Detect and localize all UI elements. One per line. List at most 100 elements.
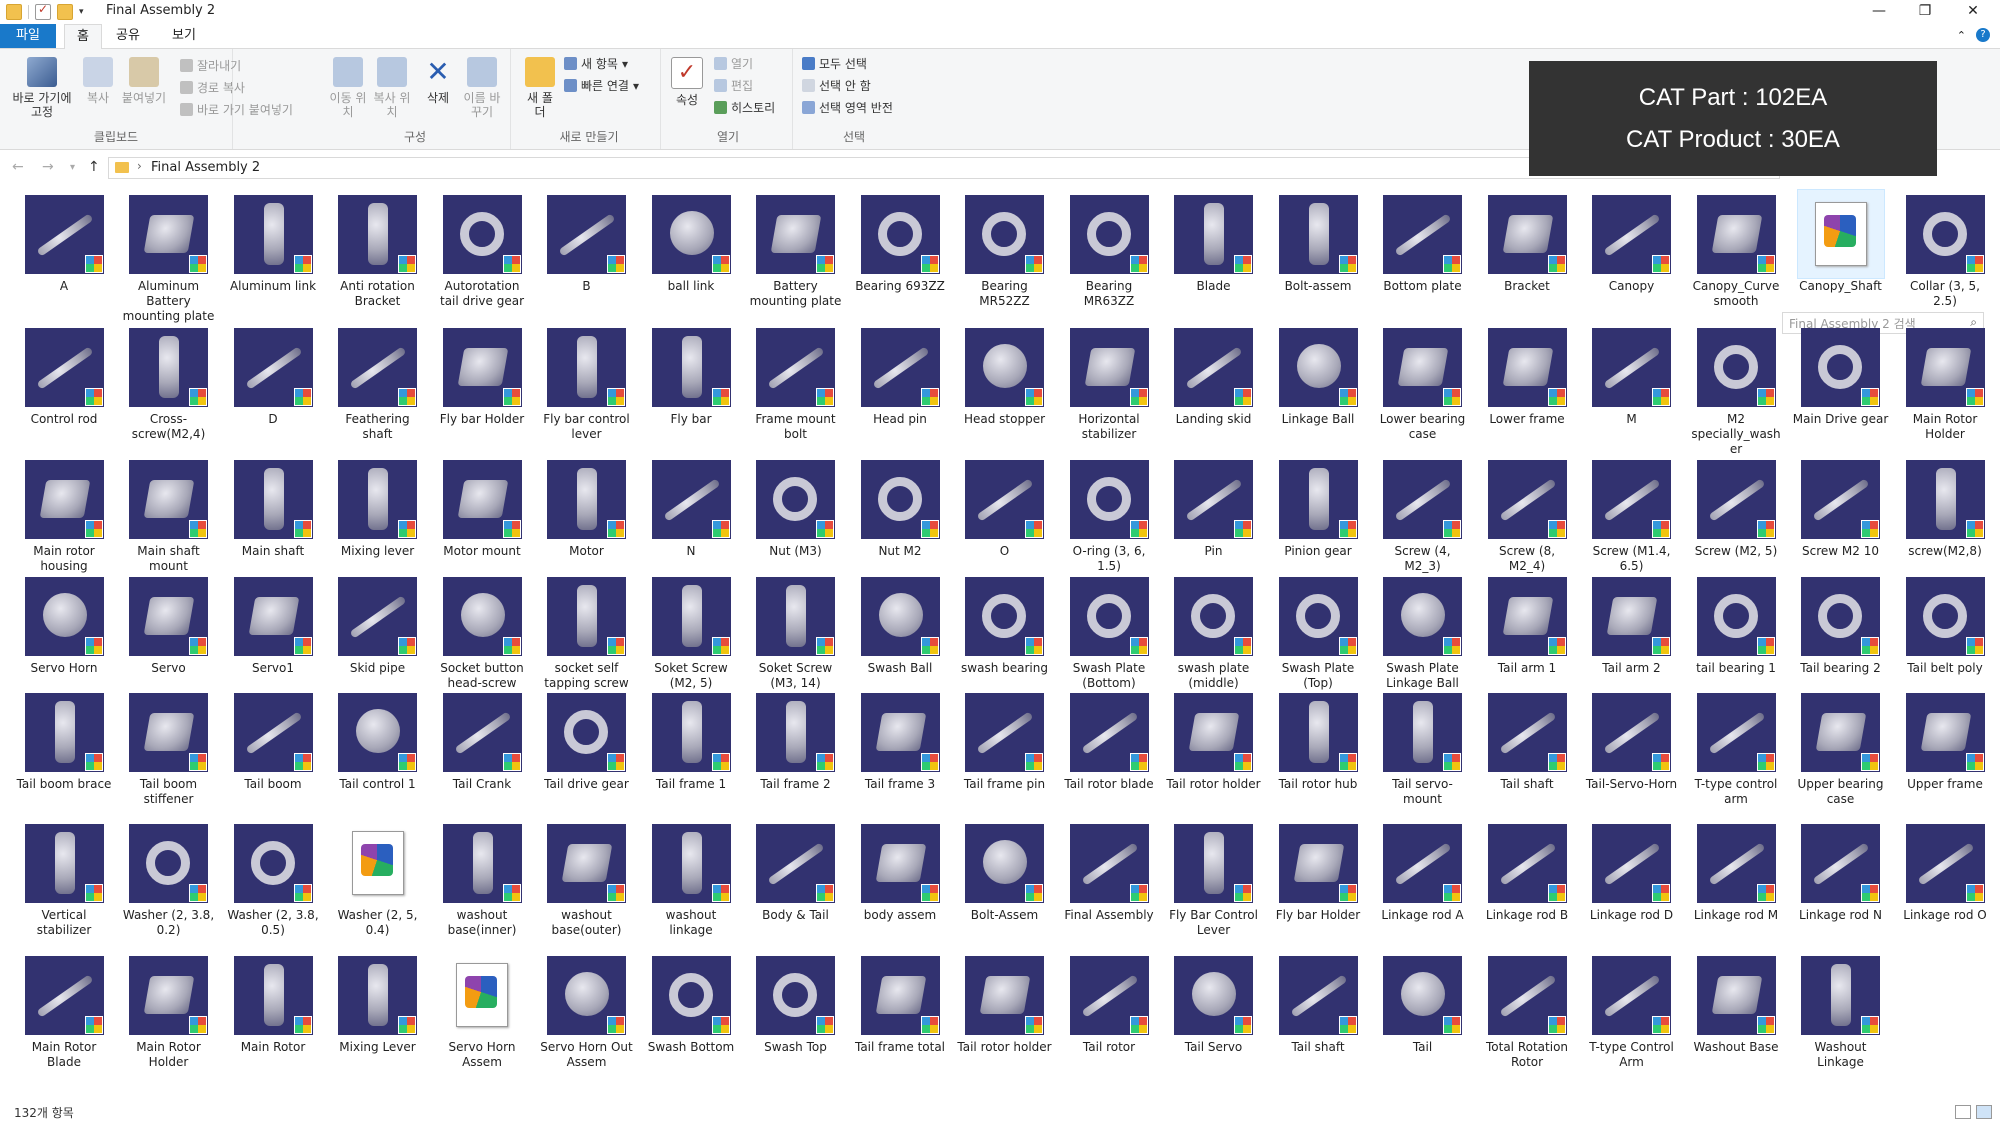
invert-selection-button[interactable]: 선택 영역 반전 <box>802 99 893 116</box>
file-item[interactable]: Tail boom stiffener <box>119 688 219 807</box>
file-item[interactable]: Pinion gear <box>1268 455 1368 559</box>
file-item[interactable]: Screw (M2, 5) <box>1686 455 1786 559</box>
file-item[interactable]: Linkage rod N <box>1791 819 1891 923</box>
file-item[interactable]: Body & Tail <box>746 819 846 923</box>
file-item[interactable]: Tail control 1 <box>328 688 428 792</box>
file-item[interactable]: A <box>14 190 114 294</box>
file-item[interactable]: O-ring (3, 6, 1.5) <box>1059 455 1159 574</box>
file-item[interactable]: Horizontal stabilizer <box>1059 323 1159 442</box>
file-item[interactable]: Bearing MR63ZZ <box>1059 190 1159 309</box>
file-item[interactable]: Tail rotor holder <box>1164 688 1264 792</box>
file-item[interactable]: Battery mounting plate <box>746 190 846 309</box>
file-item[interactable]: Main Rotor <box>223 951 323 1055</box>
file-item[interactable]: Main Drive gear <box>1791 323 1891 427</box>
tab-view[interactable]: 보기 <box>160 24 208 48</box>
file-item[interactable]: Tail rotor <box>1059 951 1159 1055</box>
file-item[interactable]: Soket Screw (M3, 14) <box>746 572 846 691</box>
up-arrow-icon[interactable]: ↑ <box>88 159 100 175</box>
file-item[interactable]: Linkage rod O <box>1895 819 1995 923</box>
properties-button[interactable]: ✓ 속성 <box>670 57 704 107</box>
file-item[interactable]: ball link <box>641 190 741 294</box>
file-item[interactable]: Vertical stabilizer <box>14 819 114 938</box>
collapse-ribbon-icon[interactable]: ⌃ <box>1957 29 1966 42</box>
file-item[interactable]: Swash Plate (Bottom) <box>1059 572 1159 691</box>
file-item[interactable]: T-type Control Arm <box>1582 951 1682 1070</box>
file-item[interactable]: Tail Crank <box>432 688 532 792</box>
file-item[interactable]: Landing skid <box>1164 323 1264 427</box>
paste-shortcut-button[interactable]: 바로 가기 붙여넣기 <box>180 101 293 118</box>
cut-button[interactable]: 잘라내기 <box>180 57 241 74</box>
file-item[interactable]: Mixing lever <box>328 455 428 559</box>
copy-path-button[interactable]: 경로 복사 <box>180 79 245 96</box>
file-item[interactable]: Final Assembly <box>1059 819 1159 923</box>
file-item[interactable]: Cross-screw(M2,4) <box>119 323 219 442</box>
breadcrumb[interactable]: Final Assembly 2 <box>151 160 260 175</box>
file-item[interactable]: Linkage rod M <box>1686 819 1786 923</box>
file-item[interactable]: Canopy <box>1582 190 1682 294</box>
file-item[interactable]: Upper frame <box>1895 688 1995 792</box>
file-item[interactable]: Lower bearing case <box>1373 323 1473 442</box>
file-item[interactable]: M <box>1582 323 1682 427</box>
minimize-button[interactable]: — <box>1856 0 1902 24</box>
properties-icon[interactable] <box>35 2 51 20</box>
file-item[interactable]: Servo Horn Out Assem <box>537 951 637 1070</box>
easy-access-button[interactable]: 빠른 연결 ▾ <box>564 77 639 94</box>
file-item[interactable]: Tail boom brace <box>14 688 114 792</box>
copy-to-button[interactable]: 복사 위치 <box>372 57 412 119</box>
file-item[interactable]: Fly bar Holder <box>432 323 532 427</box>
delete-button[interactable]: ✕ 삭제 <box>420 57 456 106</box>
file-item[interactable]: Tail rotor hub <box>1268 688 1368 792</box>
select-all-button[interactable]: 모두 선택 <box>802 55 867 72</box>
file-item[interactable]: M2 specially_washer <box>1686 323 1786 457</box>
file-item[interactable]: Tail bearing 2 <box>1791 572 1891 676</box>
forward-arrow-icon[interactable]: → <box>42 159 54 175</box>
tab-share[interactable]: 공유 <box>104 24 152 48</box>
file-item[interactable]: Washout Base <box>1686 951 1786 1055</box>
file-item[interactable]: Socket button head-screw <box>432 572 532 691</box>
file-item[interactable]: washout base(inner) <box>432 819 532 938</box>
file-item[interactable]: Washer (2, 3.8, 0.5) <box>223 819 323 938</box>
file-item[interactable]: Skid pipe <box>328 572 428 676</box>
file-item[interactable]: Servo Horn Assem <box>432 951 532 1070</box>
close-button[interactable]: ✕ <box>1950 0 1996 24</box>
file-item[interactable]: Mixing Lever <box>328 951 428 1055</box>
file-item[interactable]: Tail arm 1 <box>1477 572 1577 676</box>
file-item[interactable]: Tail frame pin <box>955 688 1055 792</box>
history-button[interactable]: 히스토리 <box>714 99 775 116</box>
recent-dropdown-icon[interactable]: ▾ <box>70 162 75 173</box>
file-item[interactable]: Servo Horn <box>14 572 114 676</box>
pin-quick-access-button[interactable]: 바로 가기에 고정 <box>6 57 78 119</box>
file-item[interactable]: T-type control arm <box>1686 688 1786 807</box>
file-item[interactable]: swash bearing <box>955 572 1055 676</box>
details-view-icon[interactable] <box>1955 1105 1971 1119</box>
file-item[interactable]: Upper bearing case <box>1791 688 1891 807</box>
file-item[interactable]: Tail shaft <box>1477 688 1577 792</box>
file-item[interactable]: Aluminum Battery mounting plate <box>119 190 219 324</box>
file-item[interactable]: screw(M2,8) <box>1895 455 1995 559</box>
new-folder-icon[interactable] <box>57 4 73 20</box>
file-item[interactable]: Tail Servo <box>1164 951 1264 1055</box>
file-item[interactable]: Nut M2 <box>850 455 950 559</box>
file-item[interactable]: Blade <box>1164 190 1264 294</box>
file-item[interactable]: Tail frame 1 <box>641 688 741 792</box>
back-arrow-icon[interactable]: ← <box>12 159 24 175</box>
file-item[interactable]: Feathering shaft <box>328 323 428 442</box>
file-item[interactable]: Tail belt poly <box>1895 572 1995 676</box>
file-item[interactable]: Bottom plate <box>1373 190 1473 294</box>
file-item[interactable]: Main rotor housing <box>14 455 114 574</box>
file-item[interactable]: Tail boom <box>223 688 323 792</box>
file-item[interactable]: washout base(outer) <box>537 819 637 938</box>
file-item[interactable]: B <box>537 190 637 294</box>
file-item[interactable]: Bearing MR52ZZ <box>955 190 1055 309</box>
file-item[interactable]: Swash Plate (Top) <box>1268 572 1368 691</box>
file-item[interactable]: Main Rotor Holder <box>119 951 219 1070</box>
file-item[interactable]: Tail drive gear <box>537 688 637 792</box>
file-item[interactable]: Nut (M3) <box>746 455 846 559</box>
file-item[interactable]: Linkage Ball <box>1268 323 1368 427</box>
file-item[interactable]: Main shaft <box>223 455 323 559</box>
file-item[interactable]: Tail frame total <box>850 951 950 1055</box>
file-item[interactable]: Bearing 693ZZ <box>850 190 950 294</box>
file-item[interactable]: Linkage rod D <box>1582 819 1682 923</box>
move-to-button[interactable]: 이동 위치 <box>328 57 368 119</box>
maximize-button[interactable]: ❐ <box>1902 0 1948 24</box>
